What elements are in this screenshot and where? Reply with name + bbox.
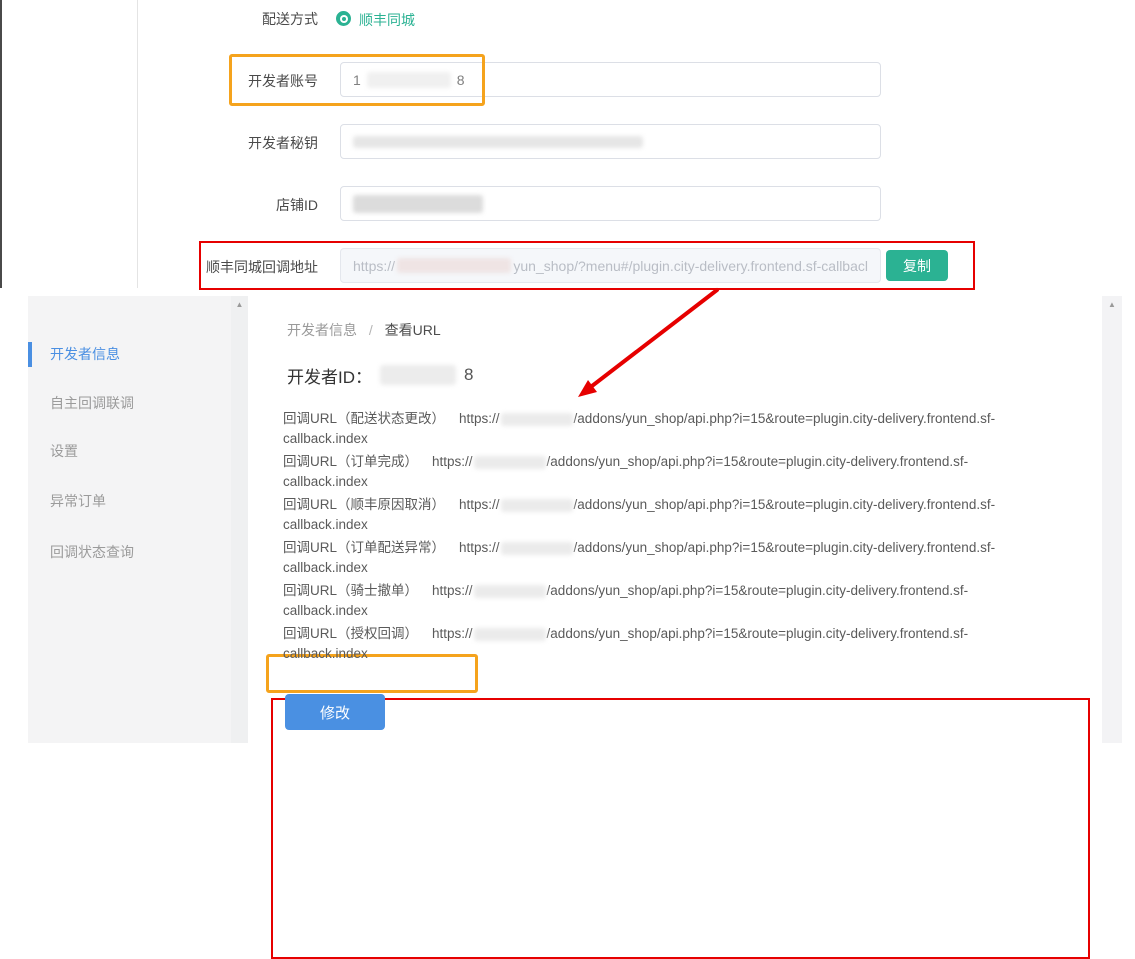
callback-url-path: yun_shop/?menu#/plugin.city-delivery.fro… <box>513 258 868 274</box>
radio-inner-ring <box>340 15 348 23</box>
sidebar-item-self-callback-debug[interactable]: 自主回调联调 <box>50 393 134 413</box>
scroll-up-icon[interactable]: ▲ <box>1102 300 1122 309</box>
callback-url-label: 回调URL（配送状态更改） <box>283 411 445 426</box>
callback-url-label: 回调URL（订单完成） <box>283 454 418 469</box>
url-path-line2: callback.index <box>283 472 1078 492</box>
breadcrumb-parent[interactable]: 开发者信息 <box>287 322 357 338</box>
redacted-domain <box>501 499 573 512</box>
developer-account-input[interactable]: 1 8 <box>340 62 881 97</box>
redacted-domain <box>474 585 546 598</box>
redacted-domain <box>474 628 546 641</box>
callback-url-row: 回调URL（配送状态更改） https:// /addons/yun_shop/ap… <box>283 409 1078 449</box>
developer-secret-label: 开发者秘钥 <box>140 134 318 152</box>
callback-url-label: 回调URL（顺丰原因取消） <box>283 497 445 512</box>
sf-callback-address-input[interactable]: https:// yun_shop/?menu#/plugin.city-del… <box>340 248 881 283</box>
breadcrumb: 开发者信息 / 查看URL <box>287 320 441 340</box>
callback-url-label: 回调URL（骑士撤单） <box>283 583 418 598</box>
url-scheme: https:// <box>432 583 473 598</box>
sidebar-item-abnormal-orders[interactable]: 异常订单 <box>50 491 106 511</box>
redacted-developer-id <box>380 365 456 385</box>
redacted-domain <box>474 456 546 469</box>
sf-callback-address-label: 顺丰同城回调地址 <box>140 258 318 276</box>
url-path-line2: callback.index <box>283 515 1078 535</box>
developer-id-row: 开发者ID： 8 <box>287 362 473 388</box>
url-scheme: https:// <box>432 454 473 469</box>
url-path-line2: callback.index <box>283 644 1078 664</box>
redacted-callback-domain <box>397 258 511 273</box>
url-path-line2: callback.index <box>283 558 1078 578</box>
breadcrumb-separator: / <box>369 322 373 338</box>
breadcrumb-current: 查看URL <box>385 322 441 338</box>
sidebar-scrollbar[interactable]: ▲ <box>231 296 248 743</box>
window-left-edge <box>0 0 2 288</box>
panel-divider <box>137 0 138 288</box>
callback-url-row: 回调URL（授权回调） https:// /addons/yun_shop/api.… <box>283 624 1078 664</box>
developer-id-label: 开发者ID： <box>287 363 372 388</box>
sidebar-item-settings[interactable]: 设置 <box>50 441 78 461</box>
copy-button[interactable]: 复制 <box>886 250 948 281</box>
url-path-line1: /addons/yun_shop/api.php?i=15&route=plug… <box>574 540 996 555</box>
callback-url-label: 回调URL（授权回调） <box>283 626 418 641</box>
sidebar-active-indicator <box>28 342 32 367</box>
delivery-method-label: 配送方式 <box>140 10 318 28</box>
modify-button[interactable]: 修改 <box>285 694 385 730</box>
sidebar-item-developer-info[interactable]: 开发者信息 <box>50 344 120 364</box>
redacted-account-value <box>367 72 451 88</box>
url-path-line2: callback.index <box>283 601 1078 621</box>
callback-url-scheme: https:// <box>353 258 395 274</box>
account-value-suffix: 8 <box>457 72 465 88</box>
account-value-prefix: 1 <box>353 72 361 88</box>
callback-url-row: 回调URL（订单完成） https:// /addons/yun_shop/api.… <box>283 452 1078 492</box>
page-scrollbar[interactable]: ▲ <box>1102 296 1122 743</box>
url-path-line1: /addons/yun_shop/api.php?i=15&route=plug… <box>547 583 969 598</box>
url-path-line2: callback.index <box>283 429 1078 449</box>
developer-info-page: ▲ 开发者信息 自主回调联调 设置 异常订单 回调状态查询 开发者信息 / 查看… <box>0 296 1135 743</box>
scroll-up-icon[interactable]: ▲ <box>231 300 248 309</box>
sidebar-item-callback-status[interactable]: 回调状态查询 <box>50 542 134 562</box>
url-path-line1: /addons/yun_shop/api.php?i=15&route=plug… <box>574 497 996 512</box>
redacted-domain <box>501 413 573 426</box>
redacted-shop-id-value <box>353 195 483 213</box>
callback-url-label: 回调URL（订单配送异常） <box>283 540 445 555</box>
callback-url-row: 回调URL（骑士撤单） https:// /addons/yun_shop/api.… <box>283 581 1078 621</box>
url-scheme: https:// <box>432 626 473 641</box>
callback-url-row: 回调URL（顺丰原因取消） https:// /addons/yun_shop/ap… <box>283 495 1078 535</box>
callback-url-list: 回调URL（配送状态更改） https:// /addons/yun_shop/ap… <box>271 402 1086 659</box>
developer-account-label: 开发者账号 <box>140 72 318 90</box>
developer-id-suffix: 8 <box>464 365 473 385</box>
shop-id-label: 店铺ID <box>140 196 318 214</box>
url-scheme: https:// <box>459 540 500 555</box>
url-scheme: https:// <box>459 411 500 426</box>
redacted-domain <box>501 542 573 555</box>
radio-dot <box>342 17 346 21</box>
shop-id-input[interactable] <box>340 186 881 221</box>
url-path-line1: /addons/yun_shop/api.php?i=15&route=plug… <box>574 411 996 426</box>
redacted-secret-value <box>353 136 643 148</box>
url-scheme: https:// <box>459 497 500 512</box>
delivery-option-sf-city[interactable]: 顺丰同城 <box>359 10 415 30</box>
url-path-line1: /addons/yun_shop/api.php?i=15&route=plug… <box>547 626 969 641</box>
callback-url-row: 回调URL（订单配送异常） https:// /addons/yun_shop/ap… <box>283 538 1078 578</box>
radio-selected-icon[interactable] <box>336 11 351 26</box>
developer-secret-input[interactable] <box>340 124 881 159</box>
delivery-settings-form: 配送方式 顺丰同城 开发者账号 1 8 开发者秘钥 店铺ID 顺丰同城回调地址 … <box>0 0 1135 296</box>
red-highlight-box-url-list <box>271 698 1090 959</box>
url-path-line1: /addons/yun_shop/api.php?i=15&route=plug… <box>547 454 969 469</box>
